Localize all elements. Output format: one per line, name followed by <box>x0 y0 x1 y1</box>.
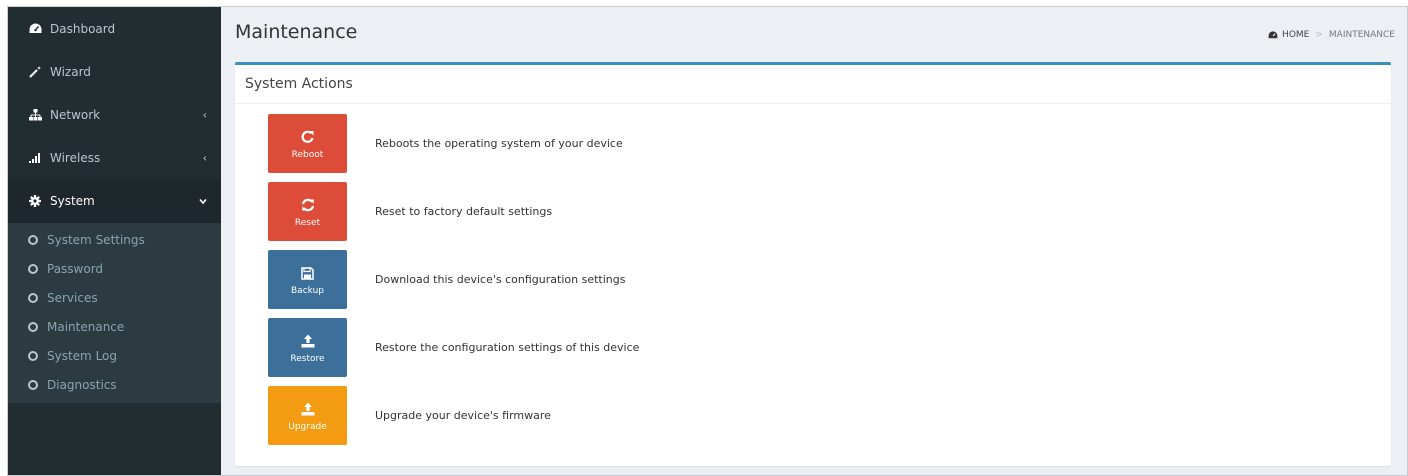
action-row-backup: Backup Download this device's configurat… <box>268 250 625 309</box>
backup-button-label: Backup <box>291 286 324 296</box>
reset-button[interactable]: Reset <box>268 182 347 241</box>
gear-icon <box>27 194 43 208</box>
floppy-disk-icon <box>301 263 314 283</box>
restore-button-label: Restore <box>290 354 325 364</box>
circle-icon <box>28 379 38 390</box>
reboot-description: Reboots the operating system of your dev… <box>375 137 623 150</box>
sidebar-item-maintenance[interactable]: Maintenance <box>8 312 221 341</box>
chevron-left-icon: ‹ <box>202 108 207 121</box>
sidebar-item-system[interactable]: System <box>8 179 221 223</box>
panel-title: System Actions <box>235 65 1391 104</box>
sidebar-item-label: Services <box>47 290 98 305</box>
circle-icon <box>28 350 38 361</box>
sidebar-item-label: Dashboard <box>50 21 116 36</box>
signal-icon <box>27 151 43 165</box>
sidebar-item-network[interactable]: Network ‹ <box>8 93 221 136</box>
sitemap-icon <box>27 108 43 122</box>
sidebar-item-label: Password <box>47 261 104 276</box>
sidebar-item-label: Diagnostics <box>47 377 117 392</box>
breadcrumb-separator: > <box>1315 30 1323 40</box>
sidebar-item-wireless[interactable]: Wireless ‹ <box>8 136 221 179</box>
action-row-reset: Reset Reset to factory default settings <box>268 182 552 241</box>
sidebar-item-system-log[interactable]: System Log <box>8 341 221 370</box>
action-row-restore: Restore Restore the configuration settin… <box>268 318 639 377</box>
sidebar-item-diagnostics[interactable]: Diagnostics <box>8 370 221 399</box>
upgrade-description: Upgrade your device's firmware <box>375 409 551 422</box>
magic-wand-icon <box>27 65 43 79</box>
system-submenu: System Settings Password Services Mainte… <box>8 223 221 403</box>
sidebar-item-services[interactable]: Services <box>8 283 221 312</box>
main-content: Maintenance HOME > MAINTENANCE System Ac… <box>221 7 1407 475</box>
sidebar-item-label: System Settings <box>47 232 145 247</box>
sidebar-item-label: Maintenance <box>47 319 125 334</box>
sidebar-item-wizard[interactable]: Wizard <box>8 50 221 93</box>
restore-description: Restore the configuration settings of th… <box>375 341 640 354</box>
sidebar-item-label: Wizard <box>50 64 91 79</box>
page-title: Maintenance <box>235 21 358 43</box>
backup-button[interactable]: Backup <box>268 250 347 309</box>
breadcrumb-home-link[interactable]: HOME <box>1282 30 1309 40</box>
sidebar-item-label: System <box>50 194 95 208</box>
breadcrumb: HOME > MAINTENANCE <box>1268 30 1395 40</box>
sidebar: Dashboard Wizard Network ‹ Wireless ‹ Sy… <box>8 7 221 475</box>
upload-icon <box>301 399 315 419</box>
sidebar-item-dashboard[interactable]: Dashboard <box>8 7 221 50</box>
sidebar-item-system-settings[interactable]: System Settings <box>8 225 221 254</box>
sidebar-item-password[interactable]: Password <box>8 254 221 283</box>
dashboard-icon <box>27 22 43 36</box>
circle-icon <box>28 263 38 274</box>
upgrade-button-label: Upgrade <box>288 422 327 432</box>
reset-button-label: Reset <box>294 218 321 228</box>
sync-icon <box>301 195 315 215</box>
sidebar-item-label: Network <box>50 107 101 122</box>
breadcrumb-current: MAINTENANCE <box>1328 30 1395 40</box>
circle-icon <box>28 234 38 245</box>
action-row-reboot: Reboot Reboots the operating system of y… <box>268 114 623 173</box>
system-actions-panel: System Actions Reboot Reboots the operat… <box>235 62 1391 466</box>
restore-button[interactable]: Restore <box>268 318 347 377</box>
reset-description: Reset to factory default settings <box>375 205 553 218</box>
dashboard-icon <box>1268 31 1278 39</box>
upgrade-button[interactable]: Upgrade <box>268 386 347 445</box>
chevron-left-icon: ‹ <box>202 151 207 164</box>
chevron-down-icon <box>199 195 207 208</box>
action-row-upgrade: Upgrade Upgrade your device's firmware <box>268 386 551 445</box>
circle-icon <box>28 292 38 303</box>
sidebar-item-label: System Log <box>47 348 117 363</box>
reboot-button-label: Reboot <box>291 150 324 160</box>
reboot-button[interactable]: Reboot <box>268 114 347 173</box>
backup-description: Download this device's configuration set… <box>375 273 626 286</box>
app-frame: Dashboard Wizard Network ‹ Wireless ‹ Sy… <box>7 6 1408 476</box>
refresh-icon <box>301 127 315 147</box>
sidebar-item-label: Wireless <box>50 150 101 165</box>
upload-icon <box>301 331 315 351</box>
circle-icon <box>28 321 38 332</box>
